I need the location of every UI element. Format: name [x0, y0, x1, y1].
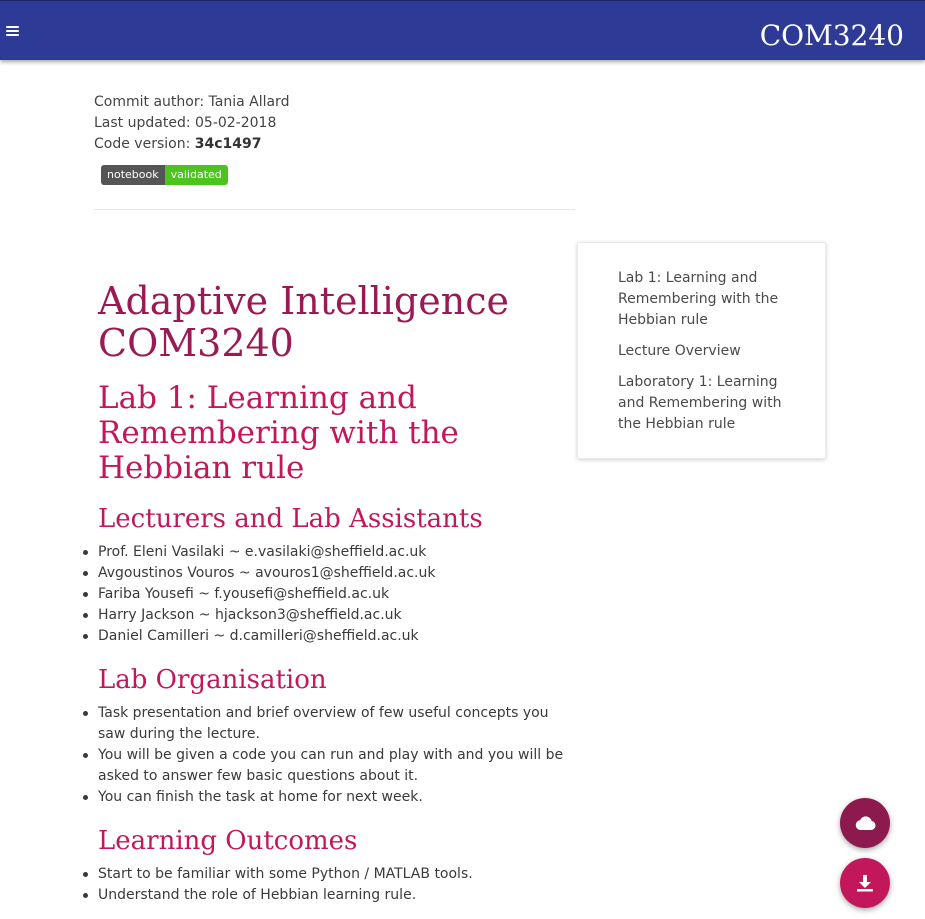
list-item: You will be given a code you can run and… — [83, 745, 576, 787]
section-heading-learning-outcomes: Learning Outcomes — [98, 826, 358, 856]
list-item: Harry Jackson ~ hjackson3@sheffield.ac.u… — [83, 605, 576, 626]
cloud-icon — [855, 816, 876, 830]
notebook-validated-badge: notebook validated — [101, 165, 228, 185]
menu-icon[interactable] — [6, 26, 19, 36]
list-item: Prof. Eleni Vasilaki ~ e.vasilaki@sheffi… — [83, 542, 576, 563]
commit-author-line: Commit author: Tania Allard — [94, 94, 290, 110]
commit-author: Tania Allard — [208, 94, 290, 110]
last-updated-line: Last updated: 05-02-2018 — [94, 115, 277, 131]
list-item: Task presentation and brief overview of … — [83, 703, 576, 745]
download-icon — [857, 875, 873, 892]
page-title: Adaptive Intelligence COM3240 — [98, 279, 509, 365]
lecturers-list: Prof. Eleni Vasilaki ~ e.vasilaki@sheffi… — [83, 542, 576, 647]
notebook-content: Adaptive Intelligence COM3240 Lab 1: Lea… — [83, 279, 576, 906]
list-item: Daniel Camilleri ~ d.camilleri@sheffield… — [83, 626, 576, 647]
lab-organisation-list: Task presentation and brief overview of … — [83, 703, 576, 808]
table-of-contents: Lab 1: Learning and Remembering with the… — [577, 242, 826, 459]
commit-meta: Commit author: Tania Allard Last updated… — [94, 92, 289, 155]
last-updated: 05-02-2018 — [195, 115, 277, 131]
code-version-line: Code version: 34c1497 — [94, 136, 262, 152]
code-version: 34c1497 — [194, 136, 262, 152]
toc-item-laboratory1[interactable]: Laboratory 1: Learning and Remembering w… — [618, 372, 805, 435]
section-heading-lab-organisation: Lab Organisation — [98, 665, 327, 695]
cloud-button[interactable] — [840, 798, 890, 848]
lab-title: Lab 1: Learning and Remembering with the… — [98, 380, 459, 486]
list-item: You can finish the task at home for next… — [83, 787, 576, 808]
list-item: Avgoustinos Vouros ~ avouros1@sheffield.… — [83, 563, 576, 584]
download-button[interactable] — [840, 858, 890, 908]
badge-status: validated — [164, 165, 228, 185]
divider — [94, 209, 575, 210]
badge-label: notebook — [101, 165, 165, 185]
section-heading-lecturers: Lecturers and Lab Assistants — [98, 504, 483, 534]
site-title[interactable]: COM3240 — [760, 18, 904, 54]
toc-item-lab1[interactable]: Lab 1: Learning and Remembering with the… — [618, 268, 805, 331]
list-item: Fariba Yousefi ~ f.yousefi@sheffield.ac.… — [83, 584, 576, 605]
list-item: Start to be familiar with some Python / … — [83, 864, 576, 885]
list-item: Understand the role of Hebbian learning … — [83, 885, 576, 906]
toc-item-lecture-overview[interactable]: Lecture Overview — [618, 341, 805, 362]
top-app-bar: COM3240 — [0, 0, 925, 60]
learning-outcomes-list: Start to be familiar with some Python / … — [83, 864, 576, 906]
